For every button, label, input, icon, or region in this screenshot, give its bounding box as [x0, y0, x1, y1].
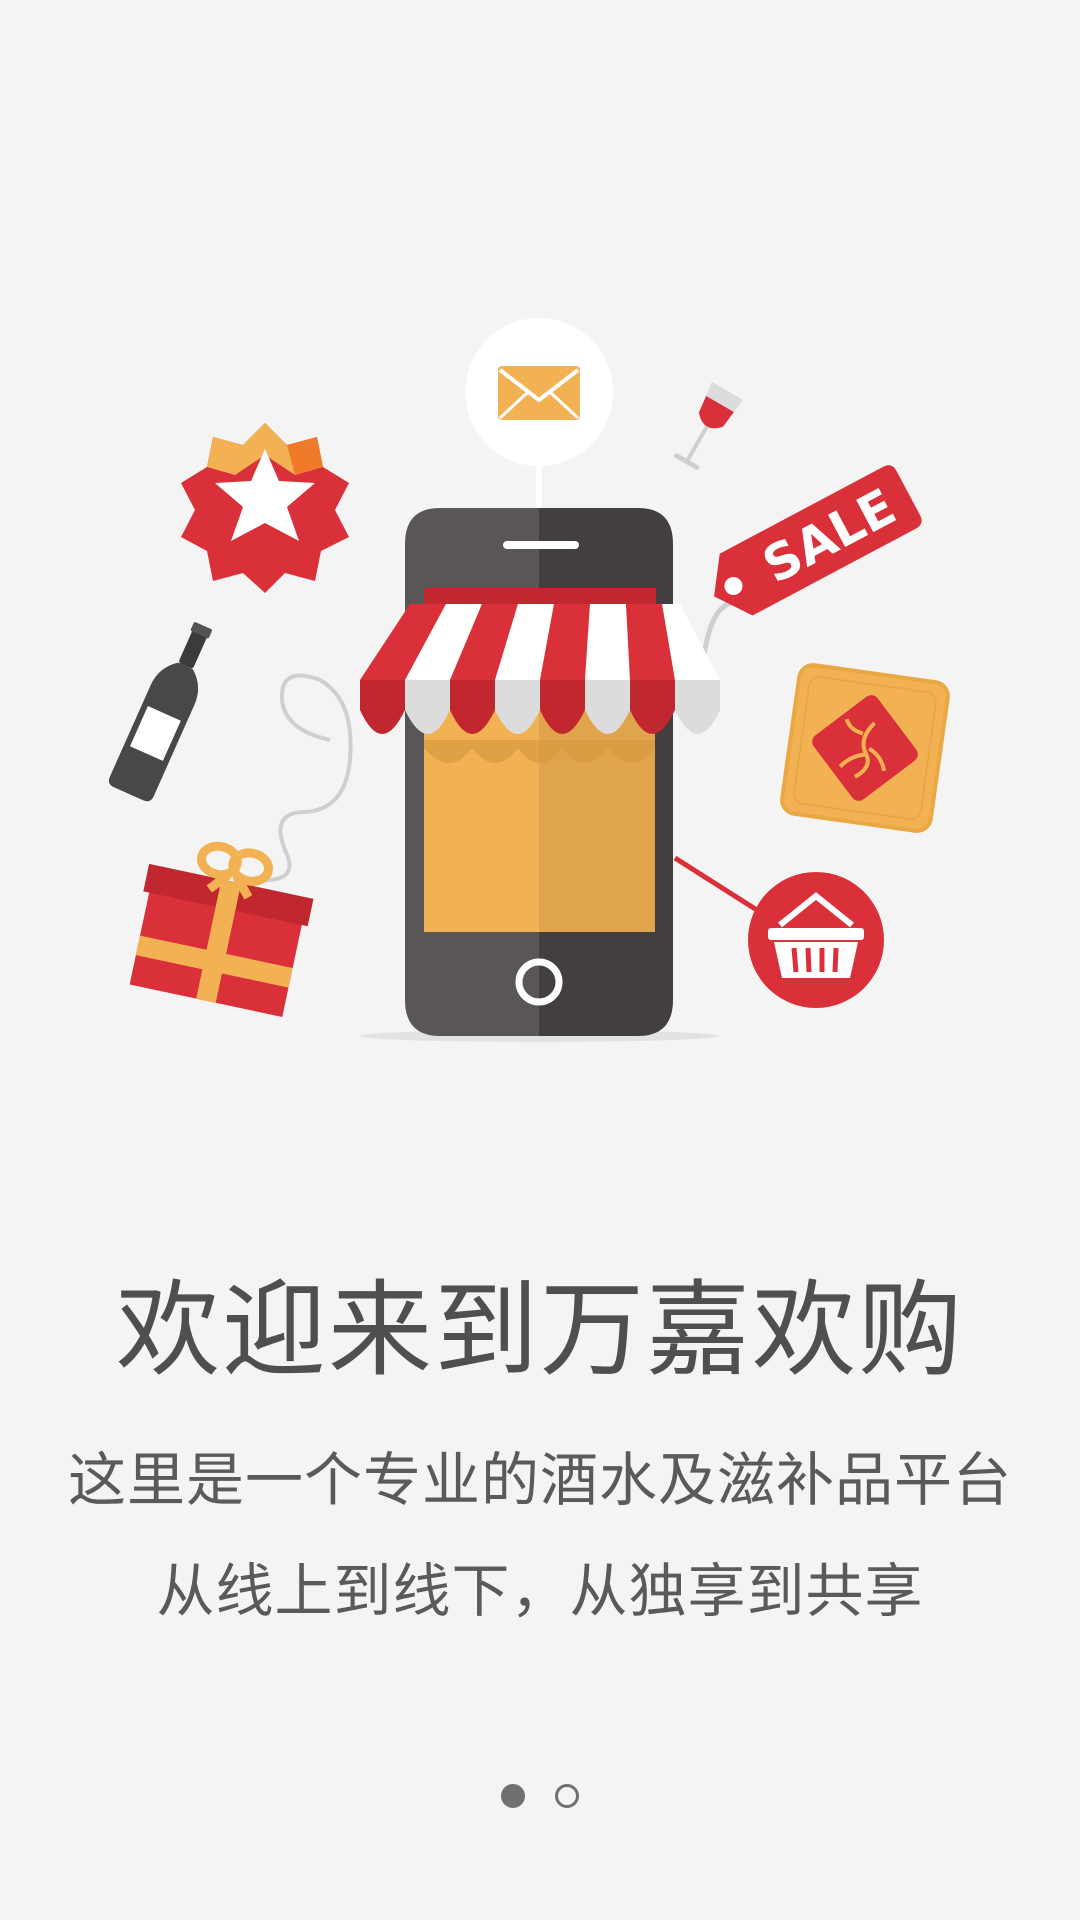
ginseng-card-icon [780, 663, 950, 833]
page-indicator-dot-active[interactable] [501, 1784, 525, 1808]
onboarding-illustration: SALE [108, 318, 950, 1042]
sale-tag-text: SALE [754, 478, 905, 595]
envelope-icon [465, 318, 613, 510]
wine-glass-icon [674, 382, 744, 471]
welcome-subtitle-line-2: 从线上到线下，从独享到共享 [156, 1557, 924, 1625]
wine-bottle-icon [108, 622, 212, 802]
shopping-basket-icon [673, 855, 884, 1008]
welcome-subtitle-line-1: 这里是一个专业的酒水及滋补品平台 [67, 1446, 1012, 1514]
page-indicator-dot[interactable] [555, 1784, 579, 1808]
page-indicator [0, 1784, 1080, 1808]
welcome-title: 欢迎来到万嘉欢购 [115, 1269, 964, 1391]
badge-icon [181, 423, 349, 593]
smartphone-store-icon [359, 508, 720, 1042]
